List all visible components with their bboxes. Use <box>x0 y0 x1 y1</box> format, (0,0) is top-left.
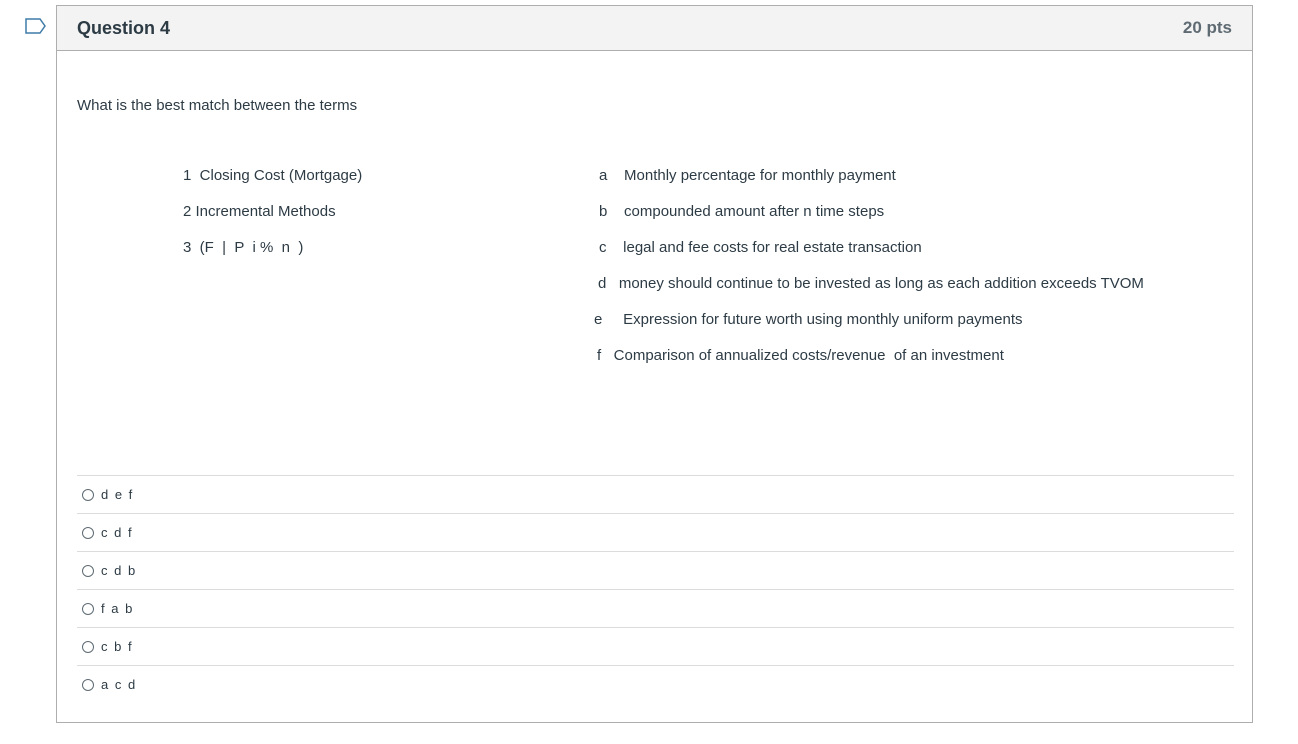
answer-label: d e f <box>101 487 134 502</box>
term-item: 3 (F | P i % n ) <box>183 239 304 256</box>
term-item: 1 Closing Cost (Mortgage) <box>183 167 363 184</box>
definition-item: c legal and fee costs for real estate tr… <box>599 239 922 256</box>
question-header: Question 4 20 pts <box>57 6 1252 51</box>
flag-question-icon[interactable] <box>25 18 47 34</box>
radio-button[interactable] <box>82 678 94 691</box>
question-prompt: What is the best match between the terms <box>77 97 358 114</box>
definition-item: a Monthly percentage for monthly payment <box>599 167 896 184</box>
definition-item: d money should continue to be invested a… <box>598 275 1144 292</box>
answer-label: c d b <box>101 563 137 578</box>
term-item: 2 Incremental Methods <box>183 203 336 220</box>
question-points: 20 pts <box>1182 18 1232 37</box>
answer-option[interactable]: c b f <box>77 627 1234 665</box>
answer-option[interactable]: a c d <box>77 665 1234 703</box>
answer-option[interactable]: c d f <box>77 513 1234 551</box>
answer-option[interactable]: c d b <box>77 551 1234 589</box>
question-title: Question 4 <box>77 17 171 38</box>
answer-label: a c d <box>101 677 137 692</box>
answer-option[interactable]: d e f <box>77 475 1234 513</box>
radio-button[interactable] <box>82 602 94 615</box>
question-panel: Question 4 20 pts What is the best match… <box>56 5 1253 723</box>
radio-button[interactable] <box>82 564 94 577</box>
answer-label: f a b <box>101 601 134 616</box>
answer-list: d e f c d f c d b f a b c b f a c d <box>77 475 1234 703</box>
radio-button[interactable] <box>82 640 94 653</box>
definition-item: f Comparison of annualized costs/revenue… <box>597 347 1004 364</box>
answer-option[interactable]: f a b <box>77 589 1234 627</box>
definition-item: b compounded amount after n time steps <box>599 203 885 220</box>
answer-label: c d f <box>101 525 134 540</box>
radio-button[interactable] <box>82 526 94 539</box>
answer-label: c b f <box>101 639 134 654</box>
radio-button[interactable] <box>82 488 94 501</box>
definition-item: e Expression for future worth using mont… <box>594 311 1023 328</box>
